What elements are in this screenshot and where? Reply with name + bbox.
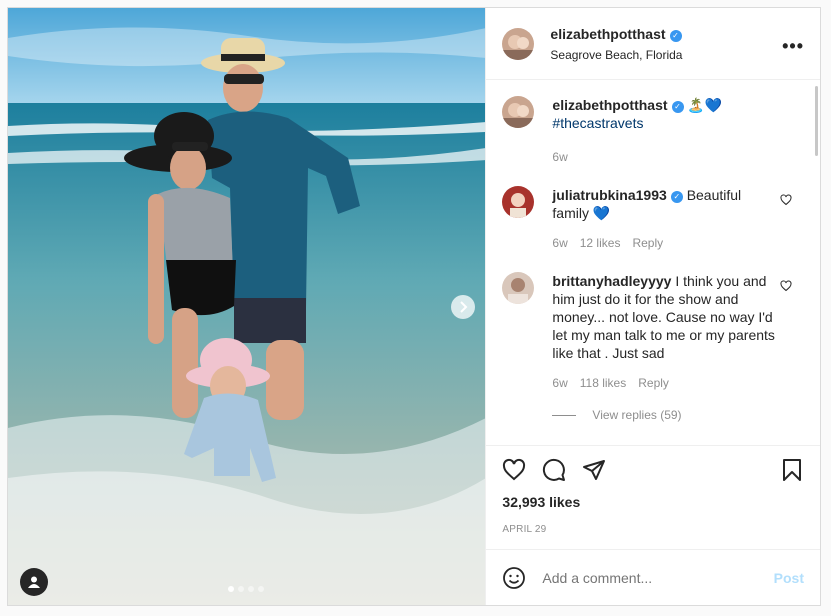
carousel-dot <box>258 586 264 592</box>
comment-likes[interactable]: 118 likes <box>580 376 626 390</box>
chevron-right-icon <box>460 301 468 313</box>
add-comment-bar: Post <box>486 549 820 605</box>
comment-item: juliatrubkina1993 ✓ Beautiful family 💙 6w… <box>502 186 804 252</box>
scrollbar[interactable] <box>815 86 818 156</box>
avatar[interactable] <box>502 186 535 218</box>
post-header: elizabethpotthast ✓ Seagrove Beach, Flori… <box>486 8 820 80</box>
user-tag-icon <box>28 576 40 588</box>
view-replies-button[interactable]: View replies (59) <box>552 408 804 422</box>
emoji-icon[interactable] <box>502 566 526 590</box>
post-actions: 32,993 likes APRIL 29 <box>486 445 820 549</box>
comments-list[interactable]: elizabethpotthast ✓ 🏝️💙 #thecastravets 6w… <box>486 80 820 445</box>
carousel-dot <box>228 586 234 592</box>
bookmark-icon[interactable] <box>780 458 804 482</box>
carousel-dot <box>238 586 244 592</box>
avatar[interactable] <box>502 27 535 60</box>
comment-username[interactable]: elizabethpotthast <box>552 97 667 113</box>
reply-button[interactable]: Reply <box>638 376 669 390</box>
carousel-indicator <box>228 586 264 592</box>
reply-button[interactable]: Reply <box>632 236 663 250</box>
post-photo[interactable] <box>8 8 486 605</box>
avatar[interactable] <box>502 272 535 304</box>
verified-icon: ✓ <box>670 191 683 203</box>
post-date[interactable]: APRIL 29 <box>502 524 804 535</box>
user-tag-button[interactable] <box>20 568 48 596</box>
verified-icon: ✓ <box>669 29 682 42</box>
share-icon[interactable] <box>582 458 606 482</box>
comment-text: 🏝️💙 <box>687 97 723 113</box>
heart-icon[interactable] <box>502 458 526 482</box>
comment-icon[interactable] <box>542 458 566 482</box>
comment-like-icon[interactable] <box>780 194 792 206</box>
caption: elizabethpotthast ✓ 🏝️💙 #thecastravets 6w <box>502 96 804 166</box>
verified-icon: ✓ <box>671 101 684 113</box>
comment-age[interactable]: 6w <box>552 150 567 164</box>
comment-input[interactable] <box>542 569 774 586</box>
comment-item: brittanyhadleyyyy I think you and him ju… <box>502 272 804 392</box>
likes-count[interactable]: 32,993 likes <box>502 494 804 510</box>
beach-family-image <box>8 8 486 605</box>
post-sidebar: elizabethpotthast ✓ Seagrove Beach, Flori… <box>485 8 820 605</box>
hashtag-link[interactable]: #thecastravets <box>552 114 777 132</box>
view-replies-label: View replies (59) <box>592 408 682 422</box>
comment-username[interactable]: brittanyhadleyyyy <box>552 273 671 289</box>
post-username[interactable]: elizabethpotthast <box>550 26 665 42</box>
comment-likes[interactable]: 12 likes <box>580 236 621 250</box>
carousel-dot <box>248 586 254 592</box>
post-comment-button[interactable]: Post <box>774 570 804 586</box>
avatar[interactable] <box>502 96 535 128</box>
comment-username[interactable]: juliatrubkina1993 <box>552 187 666 203</box>
comment-age[interactable]: 6w <box>552 236 567 250</box>
comment-age[interactable]: 6w <box>552 376 567 390</box>
more-icon[interactable]: ••• <box>782 36 804 57</box>
comment-like-icon[interactable] <box>780 280 792 292</box>
post-modal: elizabethpotthast ✓ Seagrove Beach, Flori… <box>7 7 821 606</box>
post-location[interactable]: Seagrove Beach, Florida <box>550 48 682 62</box>
carousel-next-button[interactable] <box>451 295 475 319</box>
